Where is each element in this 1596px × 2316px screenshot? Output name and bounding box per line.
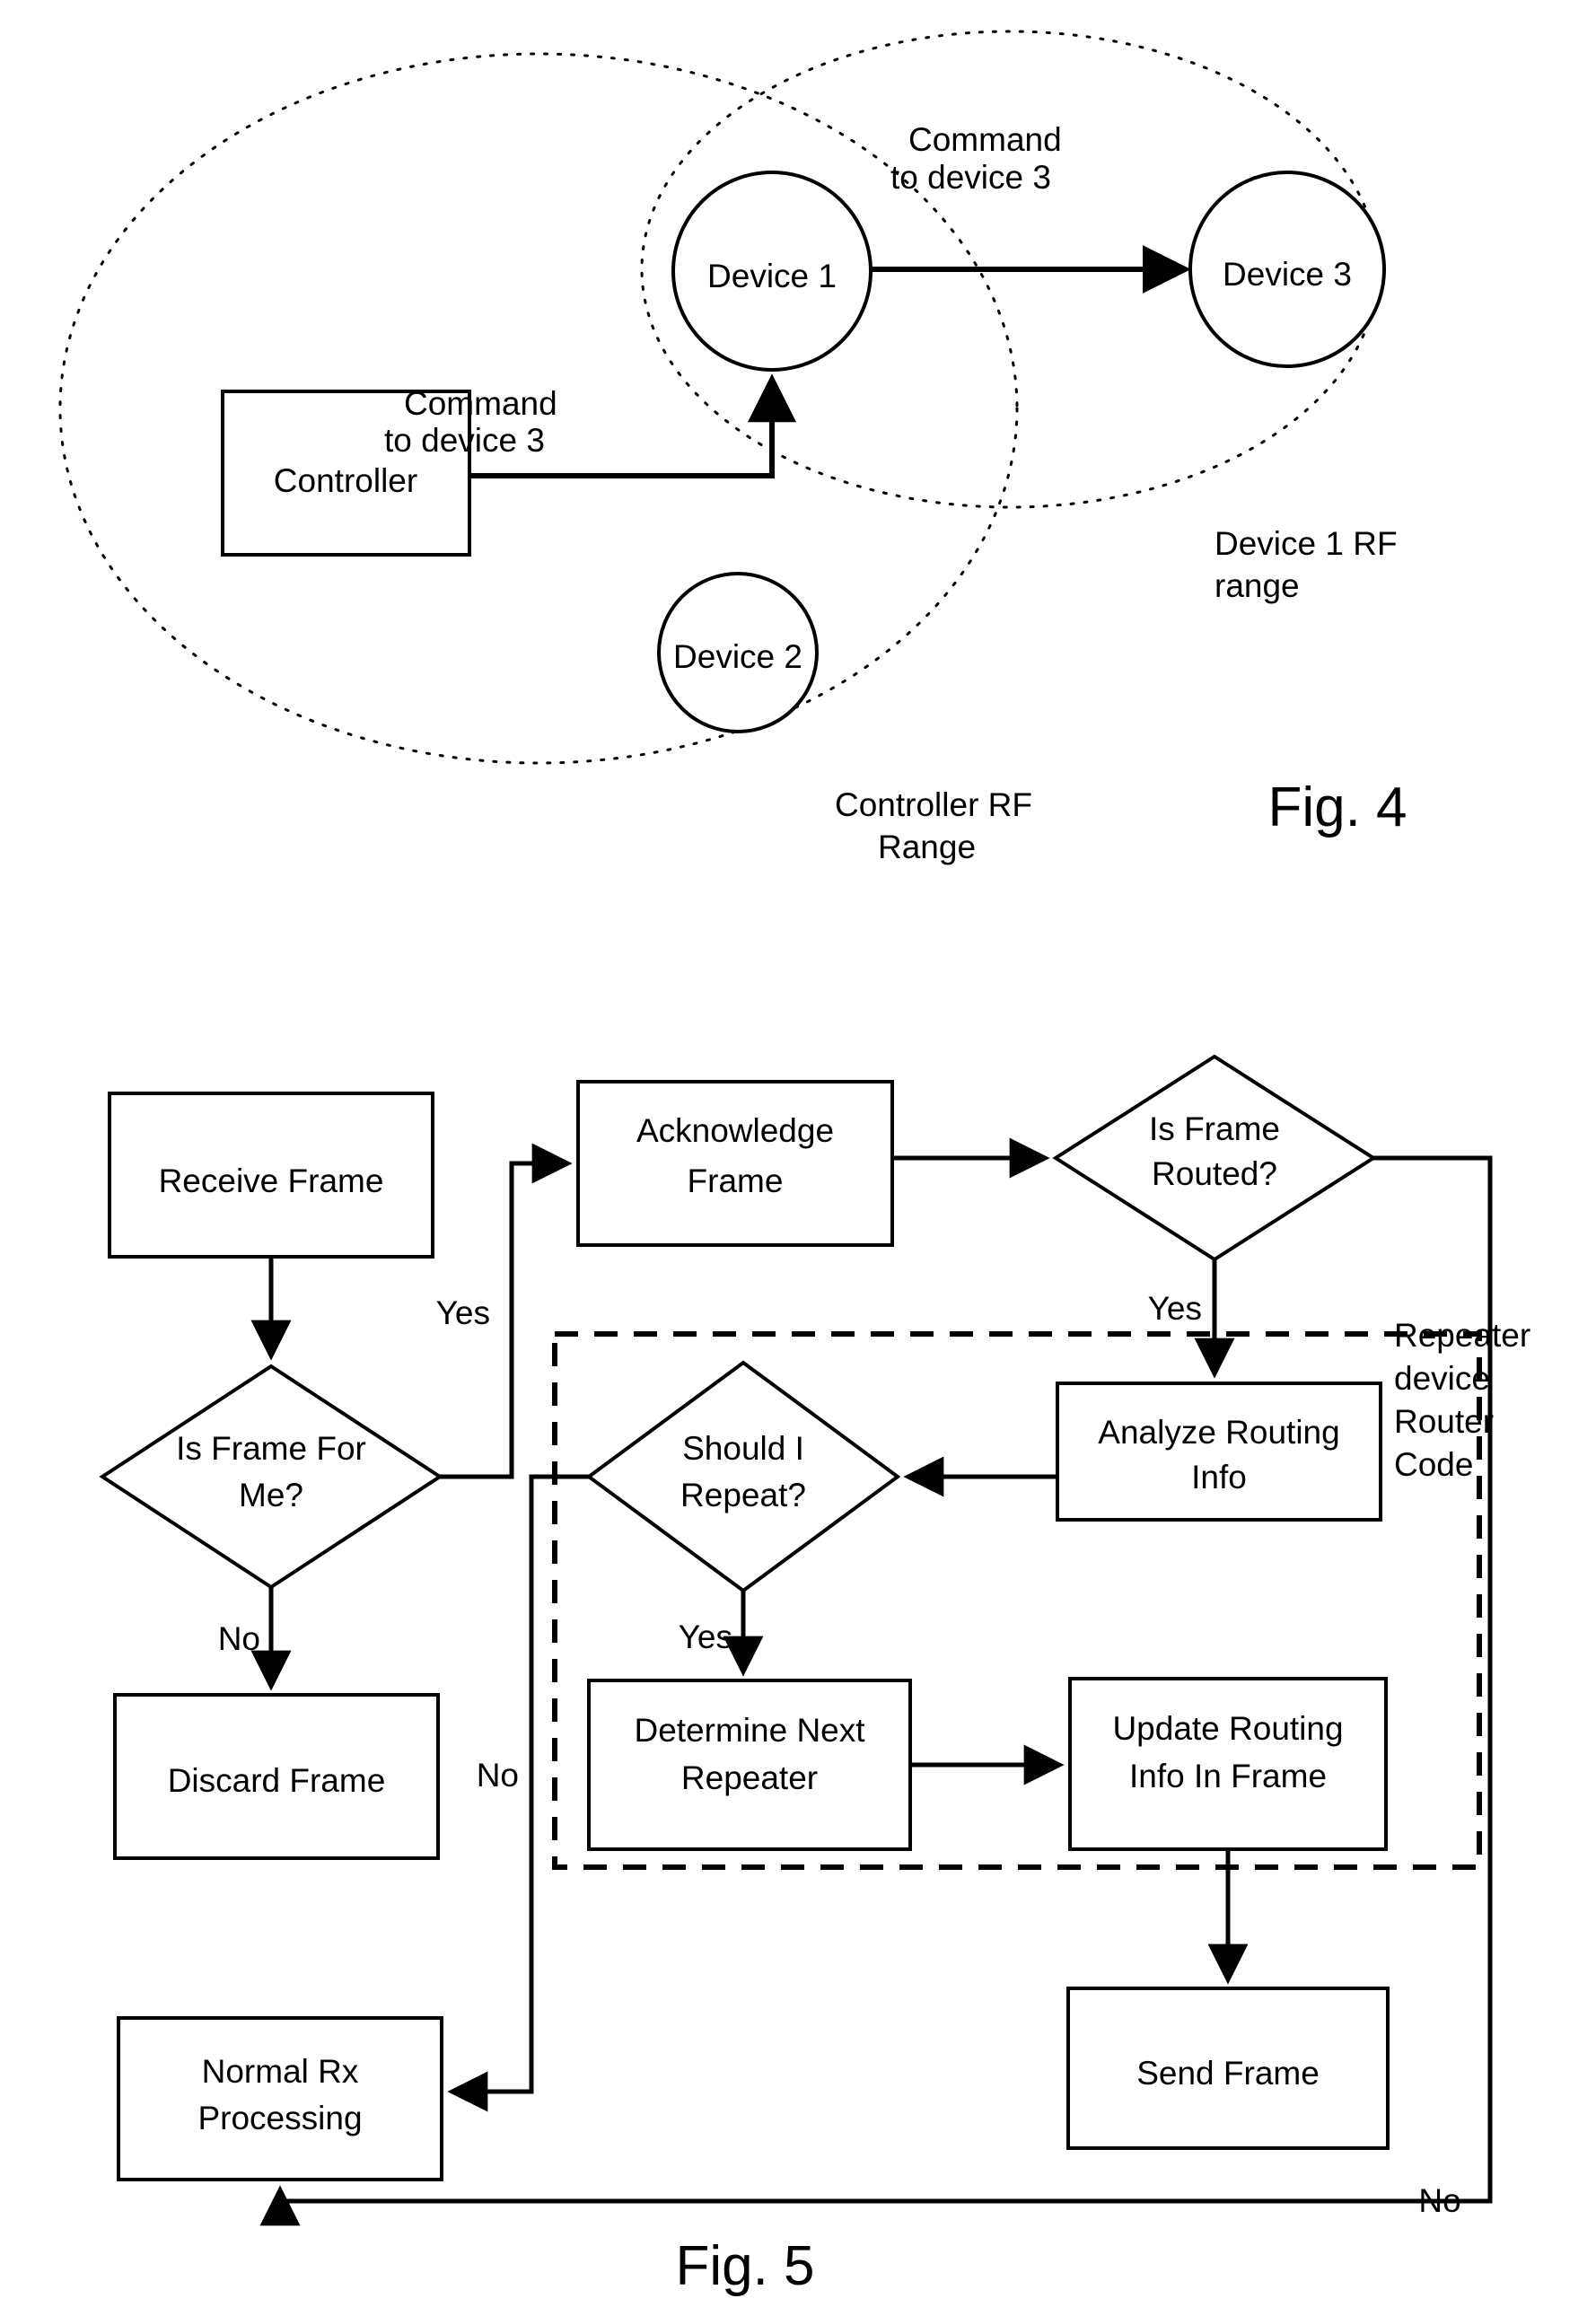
node-device-3-label: Device 3 <box>1223 256 1352 293</box>
figure-5-caption: Fig. 5 <box>675 2235 814 2297</box>
edge-device1-to-device3-label-line1: Command <box>908 121 1062 158</box>
node-should-i-repeat-label-line2: Repeat? <box>680 1477 806 1513</box>
edge-controller-to-device1-label-line2: to device 3 <box>384 422 545 459</box>
node-discard-frame-label: Discard Frame <box>168 1762 386 1799</box>
node-analyze-routing-info-label-line1: Analyze Routing <box>1098 1414 1339 1451</box>
controller-rf-range-label-line1: Controller RF <box>835 786 1032 823</box>
edge-label-no-frame-routed: No <box>1418 2182 1460 2219</box>
node-send-frame-label: Send Frame <box>1136 2055 1320 2092</box>
edge-label-yes-frame-routed: Yes <box>1148 1290 1202 1327</box>
repeater-router-code-label-line4: Code <box>1394 1446 1473 1483</box>
node-acknowledge-frame-label-line2: Frame <box>688 1162 784 1199</box>
node-determine-next-repeater-label-line2: Repeater <box>681 1759 818 1796</box>
node-is-frame-routed-label-line1: Is Frame <box>1149 1110 1280 1147</box>
repeater-router-code-label-line2: device <box>1394 1360 1490 1397</box>
figure-4-caption: Fig. 4 <box>1267 776 1407 838</box>
repeater-router-code-label-line3: Router <box>1394 1403 1494 1440</box>
patent-drawing-sheet: Controller Device 1 Device 2 Device 3 Co… <box>0 0 1596 2316</box>
node-update-routing-info-in-frame-label-line2: Info In Frame <box>1129 1758 1327 1794</box>
node-update-routing-info-in-frame-label-line1: Update Routing <box>1112 1710 1343 1747</box>
device1-rf-range-label-line2: range <box>1215 567 1300 604</box>
node-is-frame-for-me-label-line1: Is Frame For <box>176 1430 366 1467</box>
node-device-2-label: Device 2 <box>673 638 802 675</box>
node-should-i-repeat-label-line1: Should I <box>682 1430 804 1467</box>
edge-label-yes-frame-for-me: Yes <box>436 1294 490 1331</box>
device1-rf-range-label-line1: Device 1 RF <box>1215 525 1398 562</box>
node-normal-rx-processing[interactable] <box>117 2016 443 2181</box>
edge-controller-to-device1-label-line1: Command <box>404 385 557 422</box>
controller-rf-range-label-line2: Range <box>878 829 976 865</box>
node-controller-label: Controller <box>274 462 417 499</box>
edge-label-no-frame-for-me: No <box>218 1620 260 1657</box>
node-determine-next-repeater-label-line1: Determine Next <box>634 1712 865 1749</box>
edge-label-no-should-i-repeat: No <box>477 1757 519 1794</box>
node-acknowledge-frame-label-line1: Acknowledge <box>636 1112 834 1149</box>
node-normal-rx-processing-label-line1: Normal Rx <box>202 2053 359 2090</box>
node-device-1-label: Device 1 <box>707 258 837 294</box>
node-is-frame-routed-label-line2: Routed? <box>1152 1155 1277 1192</box>
edge-device1-to-device3-label-line2: to device 3 <box>890 159 1051 196</box>
repeater-router-code-label-line1: Repeater <box>1394 1317 1530 1354</box>
node-analyze-routing-info[interactable] <box>1056 1382 1382 1522</box>
node-receive-frame-label: Receive Frame <box>159 1162 384 1199</box>
node-analyze-routing-info-label-line2: Info <box>1191 1459 1247 1496</box>
node-normal-rx-processing-label-line2: Processing <box>197 2100 362 2136</box>
node-is-frame-for-me-label-line2: Me? <box>239 1477 303 1513</box>
edge-label-yes-should-i-repeat: Yes <box>679 1619 732 1655</box>
